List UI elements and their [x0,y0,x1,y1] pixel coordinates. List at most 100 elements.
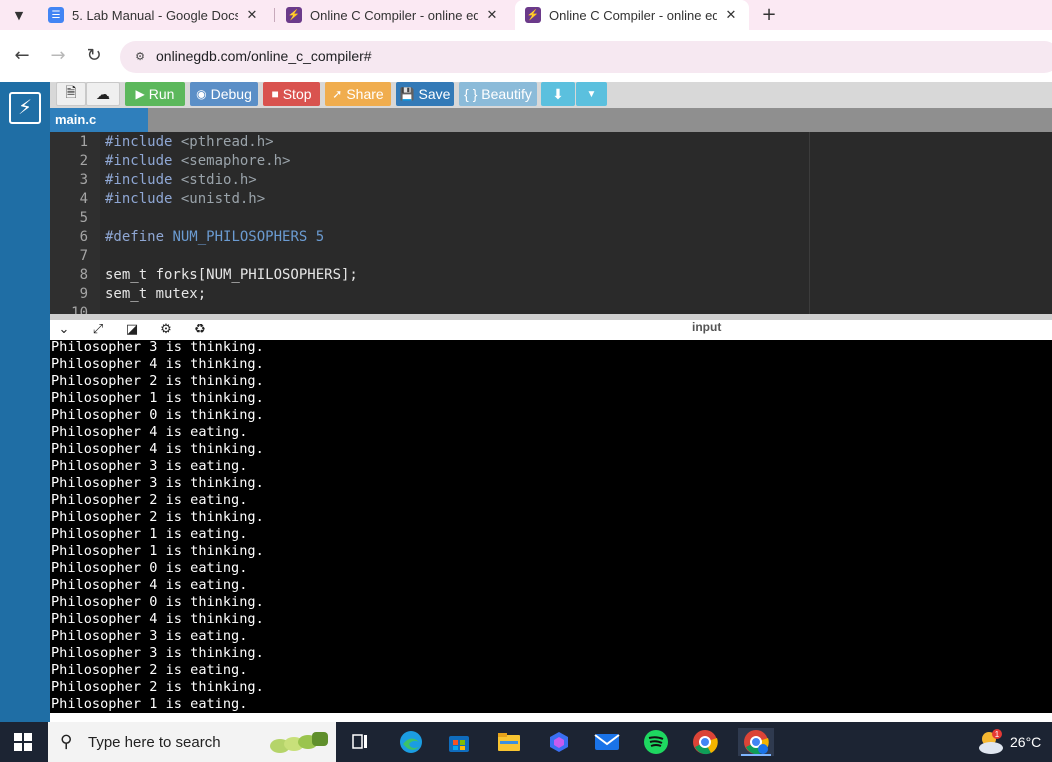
address-bar-row: ← → ↻ ⚙ onlinegdb.com/online_c_compiler# [0,30,1052,82]
chrome-profile-icon[interactable] [738,728,774,756]
editor-toolbar: 🗎 ☁ ▶ Run ◉ Debug ■ Stop ➚ Share 💾 Save { } B… [50,82,1052,108]
preprocessor-keyword: #define [105,229,165,245]
tab-title: Online C Compiler - online edit [549,7,717,23]
chrome-icon[interactable] [690,728,720,756]
save-label: Save [418,86,451,102]
upload-file-icon[interactable]: ☁ [86,82,120,106]
code-token: <pthread.h> [172,134,274,150]
run-label: Run [148,86,175,102]
onlinegdb-logo-icon[interactable]: ⚡ [9,92,41,124]
console-output-line: Philosopher 0 is thinking. [51,407,264,423]
mail-icon[interactable] [592,728,622,756]
console-output-line: Philosopher 0 is eating. [51,560,248,576]
browser-tab-compiler-active[interactable]: ⚡ Online C Compiler - online edit ✕ [515,0,749,30]
temperature-label: 26°C [1010,734,1042,750]
code-text[interactable]: sem_t mutex; [105,285,206,304]
code-text[interactable]: #include <unistd.h> [105,190,265,209]
download-button[interactable]: ⬇ [541,82,575,106]
omnibox[interactable]: ⚙ onlinegdb.com/online_c_compiler# [120,41,1052,73]
search-placeholder: Type here to search [88,734,221,751]
beautify-button[interactable]: { } Beautify [459,82,537,106]
caret-down-icon: ▼ [586,88,597,100]
console-output-line: Philosopher 3 is thinking. [51,340,264,355]
tab-title: 5. Lab Manual - Google Docs [72,7,238,23]
line-number: 3 [79,172,88,188]
left-sidebar: ⚡ [0,82,50,722]
code-token: <semaphore.h> [172,153,291,169]
code-editor[interactable]: 1 #include <pthread.h> 2 #include <semaphor… [50,132,1052,314]
browser-tab-compiler-1[interactable]: ⚡ Online C Compiler - online edit ✕ [276,0,510,30]
code-text[interactable]: #include <pthread.h> [105,133,274,152]
download-dropdown[interactable]: ▼ [576,82,607,106]
site-info-icon[interactable]: ⚙ [132,49,148,65]
save-button[interactable]: 💾 Save [396,82,454,106]
weather-badge: 1 [995,730,1000,739]
code-text[interactable]: #define NUM_PHILOSOPHERS 5 [105,228,324,247]
google-docs-icon: ☰ [48,7,64,23]
back-arrow-icon[interactable]: ← [12,46,32,66]
download-icon: ⬇ [552,85,564,102]
line-number: 2 [79,153,88,169]
console-output-line: Philosopher 2 is thinking. [51,679,264,695]
share-label: Share [346,86,384,102]
console-output-line: Philosopher 2 is thinking. [51,509,264,525]
console-output-line: Philosopher 4 is eating. [51,424,248,440]
search-icon: ⚲ [60,732,73,752]
tab-search-button[interactable]: ▼ [6,5,32,25]
debug-button[interactable]: ◉ Debug [190,82,258,106]
stop-icon: ■ [271,87,279,101]
stop-button[interactable]: ■ Stop [263,82,320,106]
code-text[interactable]: #include <stdio.h> [105,171,257,190]
code-text[interactable]: #include <semaphore.h> [105,152,290,171]
taskbar-search-box[interactable]: ⚲ Type here to search [48,722,336,762]
forward-arrow-icon[interactable]: → [48,46,68,66]
file-tab-main-c[interactable]: main.c [50,108,148,132]
close-icon[interactable]: ✕ [484,7,500,23]
console-output-line: Philosopher 1 is thinking. [51,543,264,559]
console-output-line: Philosopher 1 is eating. [51,526,248,542]
edge-icon[interactable] [396,728,426,756]
new-file-icon[interactable]: 🗎 [56,82,86,106]
console-output[interactable]: Philosopher 3 is thinking. Philosopher 4 … [50,340,1052,713]
share-button[interactable]: ➚ Share [325,82,391,106]
windows-start-icon[interactable] [14,733,32,751]
close-icon[interactable]: ✕ [723,7,739,23]
line-number: 5 [79,210,88,226]
console-output-line: Philosopher 2 is thinking. [51,373,264,389]
collapse-chevron-icon[interactable]: ⌄ [56,322,72,338]
code-text[interactable]: sem_t forks[NUM_PHILOSOPHERS]; [105,266,358,285]
file-explorer-icon[interactable] [494,728,524,756]
console-output-line: Philosopher 2 is eating. [51,492,248,508]
browser-tab-google-docs[interactable]: ☰ 5. Lab Manual - Google Docs ✕ [38,0,270,30]
line-number: 6 [79,229,88,245]
copilot-icon[interactable] [544,728,574,756]
beautify-label: { } Beautify [464,86,532,102]
weather-icon[interactable]: 1 [976,728,1006,756]
console-output-line: Philosopher 4 is thinking. [51,611,264,627]
run-button[interactable]: ▶ Run [125,82,185,106]
console-output-line: Philosopher 1 is eating. [51,696,248,712]
onlinegdb-icon: ⚡ [286,7,302,23]
console-output-line: Philosopher 3 is eating. [51,628,248,644]
task-view-icon[interactable] [346,728,376,756]
console-header: ⌄ ⤢ ◪ ⚙ ♻ input [50,320,1052,340]
code-token: <unistd.h> [172,191,266,207]
store-icon[interactable] [444,728,474,756]
active-app-indicator [741,754,771,756]
file-tab-bar: main.c [50,108,1052,132]
close-icon[interactable]: ✕ [244,7,260,23]
reload-icon[interactable]: ↻ [84,46,104,66]
console-output-line: Philosopher 3 is thinking. [51,475,264,491]
layout-icon[interactable]: ◪ [124,322,140,338]
console-output-line: Philosopher 2 is eating. [51,662,248,678]
spotify-icon[interactable] [641,728,671,756]
settings-gear-icon[interactable]: ⚙ [158,322,174,338]
console-bottom-strip [50,713,1052,722]
preprocessor-keyword: #include [105,191,173,207]
line-number: 10 [71,305,88,314]
new-tab-button[interactable]: + [758,4,780,26]
url-text[interactable]: onlinegdb.com/online_c_compiler# [156,48,372,64]
clear-console-icon[interactable]: ♻ [192,322,208,338]
expand-icon[interactable]: ⤢ [90,322,106,338]
console-output-line: Philosopher 4 is eating. [51,577,248,593]
